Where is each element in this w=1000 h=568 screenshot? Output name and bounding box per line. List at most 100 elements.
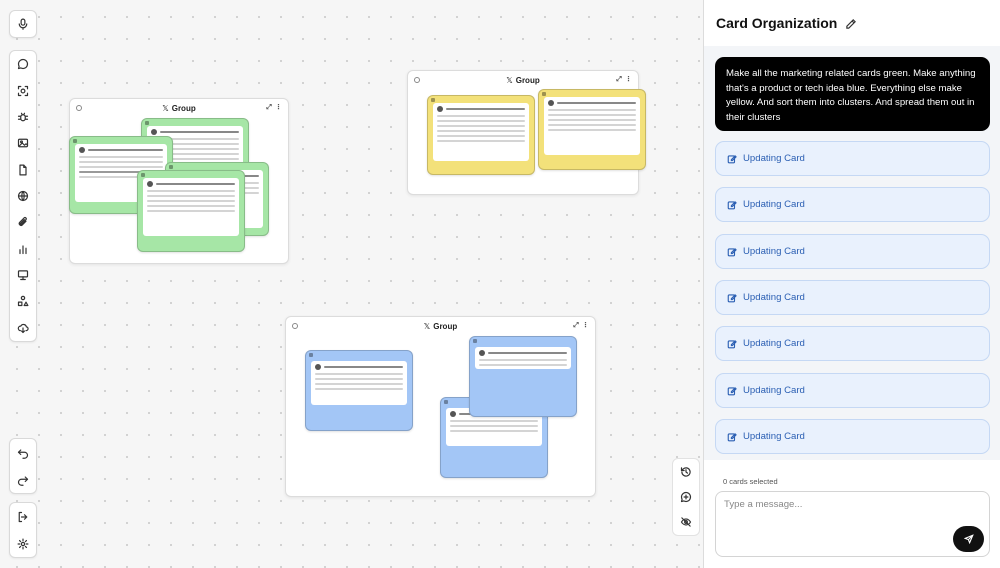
x-logo-icon: 𝕏: [162, 103, 169, 113]
history-button[interactable]: [673, 459, 699, 484]
group-header: 𝕏 Group ⤢ ⋮: [286, 317, 595, 335]
selected-count: 0 cards selected: [723, 477, 778, 486]
history-toolbar: [9, 438, 37, 494]
card-green[interactable]: [137, 170, 245, 252]
expand-icon[interactable]: ⤢: [266, 104, 272, 112]
group-label: Group: [515, 75, 540, 85]
expand-icon[interactable]: ⤢: [616, 76, 622, 84]
redo-icon: [17, 475, 29, 486]
card-yellow[interactable]: [427, 95, 535, 175]
settings-button[interactable]: [10, 531, 36, 557]
shapes-tool-button[interactable]: [10, 288, 36, 314]
microphone-button[interactable]: [10, 11, 36, 37]
edit-card-icon: [727, 432, 737, 441]
edit-card-icon: [727, 293, 737, 302]
group-header: 𝕏 Group ⤢ ⋮: [70, 99, 288, 117]
tweet-preview: [475, 347, 571, 369]
edit-card-icon: [727, 154, 737, 163]
composer: 0 cards selected: [704, 460, 1000, 568]
edit-card-icon: [727, 247, 737, 256]
updating-card-status: Updating Card: [715, 141, 990, 176]
card-blue[interactable]: [305, 350, 413, 431]
attach-tool-button[interactable]: [10, 209, 36, 235]
shapes-icon: [17, 296, 29, 307]
card-organization-panel: Card Organization Make all the marketing…: [703, 0, 1000, 568]
scan-tool-button[interactable]: [10, 78, 36, 104]
paperclip-icon: [18, 217, 27, 227]
select-circle-icon[interactable]: [414, 77, 420, 83]
status-label: Updating Card: [743, 199, 805, 210]
edit-title-button[interactable]: [845, 17, 857, 29]
status-label: Updating Card: [743, 431, 805, 442]
pencil-icon: [846, 19, 857, 29]
card-tag-icon: [473, 339, 477, 343]
hide-button[interactable]: [673, 510, 699, 535]
group-label: Group: [171, 103, 196, 113]
status-label: Updating Card: [743, 292, 805, 303]
main-toolbar: [9, 50, 37, 342]
more-icon[interactable]: ⋮: [275, 103, 282, 111]
document-tool-button[interactable]: [10, 157, 36, 183]
select-circle-icon[interactable]: [76, 105, 82, 111]
updating-card-status: Updating Card: [715, 419, 990, 454]
status-label: Updating Card: [743, 246, 805, 257]
card-blue[interactable]: [469, 336, 577, 417]
panel-title: Card Organization: [716, 15, 838, 31]
updating-card-status: Updating Card: [715, 280, 990, 315]
tweet-preview: [433, 103, 529, 161]
card-tag-icon: [309, 353, 313, 357]
microphone-icon: [18, 18, 28, 30]
logout-icon: [18, 511, 28, 522]
bug-icon: [17, 112, 29, 122]
card-tag-icon: [431, 98, 435, 102]
chart-tool-button[interactable]: [10, 236, 36, 262]
card-tag-icon: [169, 165, 173, 169]
edit-card-icon: [727, 386, 737, 395]
settings-icon: [17, 538, 29, 549]
card-tag-icon: [141, 173, 145, 177]
updating-card-status: Updating Card: [715, 373, 990, 408]
presentation-tool-button[interactable]: [10, 262, 36, 288]
document-icon: [19, 164, 27, 176]
tweet-preview: [143, 178, 239, 236]
card-yellow[interactable]: [538, 89, 646, 170]
add-comment-button[interactable]: [673, 484, 699, 509]
canvas-side-toolbar: [672, 458, 700, 536]
chat-icon: [17, 59, 29, 70]
panel-header: Card Organization: [704, 0, 1000, 46]
logout-button[interactable]: [10, 504, 36, 530]
status-label: Updating Card: [743, 338, 805, 349]
message-input[interactable]: [715, 491, 990, 557]
edit-card-icon: [727, 339, 737, 348]
web-tool-button[interactable]: [10, 183, 36, 209]
card-tag-icon: [73, 139, 77, 143]
send-button[interactable]: [953, 526, 984, 552]
undo-button[interactable]: [10, 440, 36, 466]
bug-tool-button[interactable]: [10, 104, 36, 130]
presentation-icon: [17, 270, 29, 281]
user-message: Make all the marketing related cards gre…: [715, 57, 990, 131]
more-icon[interactable]: ⋮: [582, 321, 589, 329]
chat-tool-button[interactable]: [10, 51, 36, 77]
undo-icon: [17, 448, 29, 459]
mic-toolbar: [9, 10, 37, 38]
redo-button[interactable]: [10, 467, 36, 493]
status-label: Updating Card: [743, 385, 805, 396]
globe-icon: [17, 190, 29, 202]
updating-card-status: Updating Card: [715, 187, 990, 222]
select-circle-icon[interactable]: [292, 323, 298, 329]
updating-card-status: Updating Card: [715, 234, 990, 269]
x-logo-icon: 𝕏: [423, 321, 431, 331]
scan-icon: [17, 85, 29, 96]
account-toolbar: [9, 502, 37, 558]
more-icon[interactable]: ⋮: [625, 75, 632, 83]
card-tag-icon: [542, 92, 546, 96]
tweet-preview: [544, 97, 640, 155]
eye-off-icon: [680, 517, 692, 528]
whiteboard-canvas[interactable]: 𝕏 Group ⤢ ⋮ 𝕏 Group ⤢ ⋮ 𝕏 Group ⤢ ⋮: [0, 0, 703, 568]
cloud-tool-button[interactable]: [10, 315, 36, 341]
image-icon: [17, 138, 29, 148]
image-tool-button[interactable]: [10, 130, 36, 156]
expand-icon[interactable]: ⤢: [573, 322, 579, 330]
updating-card-status: Updating Card: [715, 326, 990, 361]
